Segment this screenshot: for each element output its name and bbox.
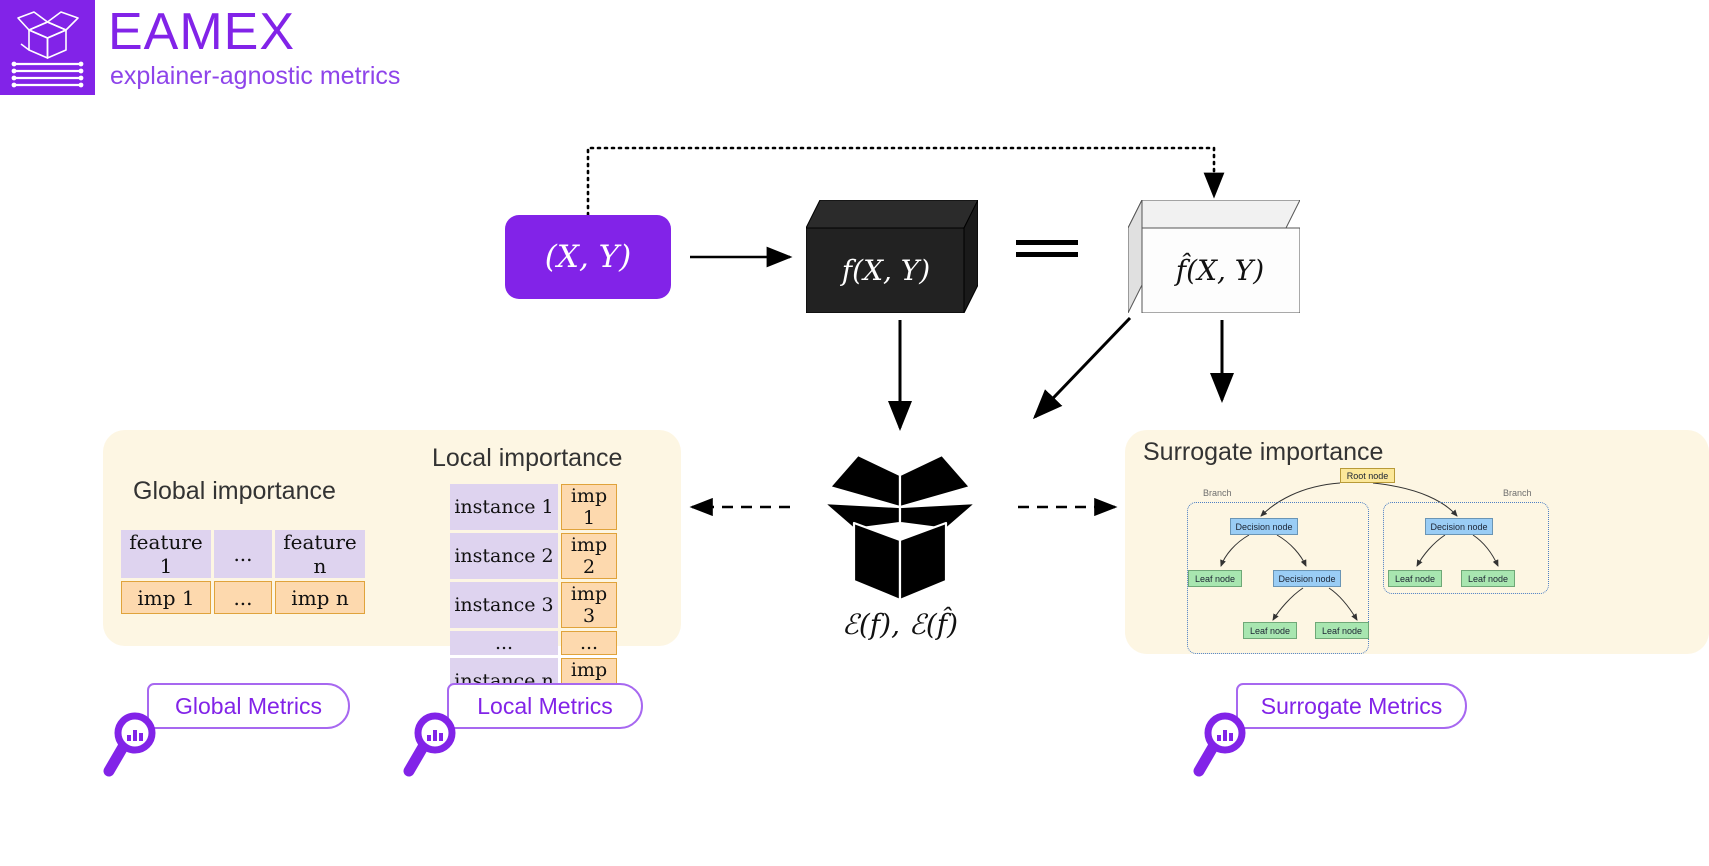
table-row: imp 1 ... imp n — [121, 581, 365, 614]
table-row: feature 1 ... feature n — [121, 530, 365, 578]
local-importance-title: Local importance — [432, 444, 623, 472]
tree-node-leaf: Leaf node — [1388, 570, 1442, 587]
local-instance-cell: instance 2 — [450, 533, 558, 579]
brand-title: EAMEX — [108, 3, 296, 61]
local-instance-cell: instance 1 — [450, 484, 558, 530]
local-importance-table: instance 1 imp 1 instance 2 imp 2 instan… — [447, 481, 620, 707]
magnifier-chart-icon — [1193, 709, 1255, 777]
local-instance-cell: instance 3 — [450, 582, 558, 628]
table-row: instance 2 imp 2 — [450, 533, 617, 579]
magnifier-chart-icon — [403, 709, 465, 777]
tree-node-leaf: Leaf node — [1243, 622, 1297, 639]
branch-label: Branch — [1203, 488, 1232, 498]
explainer-notation: ℰ(f), ℰ(f̂) — [841, 608, 959, 641]
approx-equals-symbol — [1016, 240, 1078, 270]
local-instance-cell: ... — [450, 631, 558, 655]
blackbox-model-node: f(X, Y) — [805, 199, 979, 314]
local-value-cell: imp 1 — [561, 484, 617, 530]
local-metrics-badge[interactable]: Local Metrics — [447, 683, 643, 729]
global-header-cell: feature 1 — [121, 530, 211, 578]
tree-node-root: Root node — [1340, 468, 1395, 483]
diagram-canvas: EAMEX explainer-agnostic metrics (X, Y) … — [0, 0, 1709, 866]
surrogate-model-node: f̂(X, Y) — [1127, 199, 1301, 314]
branch-label: Branch — [1503, 488, 1532, 498]
local-value-cell: ... — [561, 631, 617, 655]
global-metrics-badge[interactable]: Global Metrics — [147, 683, 350, 729]
local-value-cell: imp 3 — [561, 582, 617, 628]
open-box-glyph — [822, 453, 978, 602]
tree-node-decision: Decision node — [1425, 518, 1493, 535]
global-header-cell: feature n — [275, 530, 365, 578]
global-value-cell: ... — [214, 581, 272, 614]
table-row: instance 3 imp 3 — [450, 582, 617, 628]
open-box-icon — [11, 11, 84, 88]
global-value-cell: imp n — [275, 581, 365, 614]
global-importance-table: feature 1 ... feature n imp 1 ... imp n — [118, 527, 368, 617]
data-node: (X, Y) — [505, 215, 671, 299]
global-header-cell: ... — [214, 530, 272, 578]
surrogate-metrics-badge[interactable]: Surrogate Metrics — [1236, 683, 1467, 729]
global-importance-title: Global importance — [133, 477, 336, 505]
tree-node-leaf: Leaf node — [1461, 570, 1515, 587]
magnifier-chart-icon — [103, 709, 165, 777]
explainer-box-icon — [810, 445, 990, 605]
global-value-cell: imp 1 — [121, 581, 211, 614]
surrogate-decision-tree: Branch Branch Root node Decision node De… — [1125, 430, 1709, 654]
table-row: ... ... — [450, 631, 617, 655]
table-row: instance 1 imp 1 — [450, 484, 617, 530]
blackbox-3d-shape — [805, 199, 979, 314]
tree-node-decision: Decision node — [1230, 518, 1298, 535]
tree-node-leaf: Leaf node — [1188, 570, 1242, 587]
brand-subtitle: explainer-agnostic metrics — [110, 62, 401, 90]
surrogate-3d-shape — [1127, 199, 1301, 314]
brand-logo — [0, 0, 95, 95]
tree-node-decision: Decision node — [1273, 570, 1341, 587]
tree-node-leaf: Leaf node — [1315, 622, 1369, 639]
local-value-cell: imp 2 — [561, 533, 617, 579]
